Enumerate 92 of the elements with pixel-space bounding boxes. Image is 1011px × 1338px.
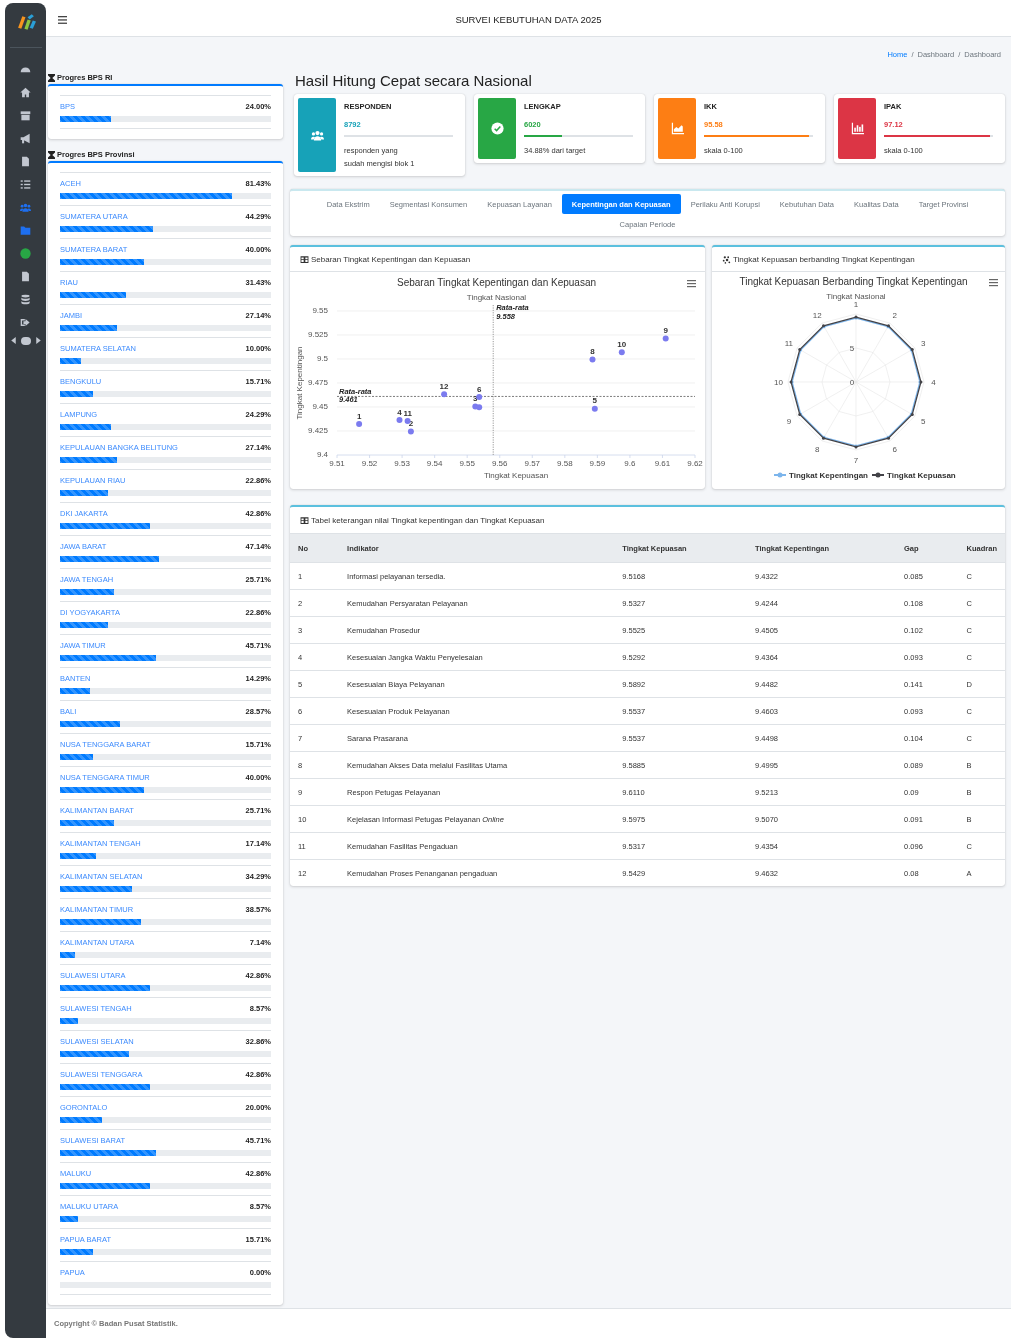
axis-tick-label: 9.54 xyxy=(426,459,443,468)
home-icon[interactable] xyxy=(20,87,31,98)
document-icon[interactable] xyxy=(20,156,31,167)
bar-chart-icon xyxy=(849,122,865,135)
users-icon[interactable] xyxy=(20,202,31,213)
card-title: Tingkat Kepuasan berbanding Tingkat Kepentingan xyxy=(733,254,915,264)
data-point xyxy=(662,335,669,342)
card-title: Sebaran Tingkat Kepentingan dan Kepuasan xyxy=(311,254,471,264)
axis-tick-label: 9.475 xyxy=(307,378,328,387)
axis-label: 3 xyxy=(920,339,926,349)
chart-title: Tingkat Kepuasan Berbanding Tingkat Kepentingan xyxy=(739,276,968,287)
legend-label[interactable]: Tingkat Kepentingan xyxy=(789,471,868,480)
users-icon xyxy=(309,128,325,142)
point-label: 8 xyxy=(590,347,595,356)
axis-tick-label: 9.62 xyxy=(687,459,703,468)
gauge-icon[interactable] xyxy=(20,64,31,75)
dots-icon xyxy=(722,254,731,264)
axis-title: Tingkat Kepuasan xyxy=(483,471,549,480)
chart-title: Sebaran Tingkat Kepentingan dan Kepuasan xyxy=(396,277,597,288)
axis-label: 6 xyxy=(892,445,897,455)
hourglass-icon xyxy=(48,73,55,82)
check-circle-icon xyxy=(489,122,505,135)
point-label: 3 xyxy=(473,394,478,403)
axis-tick-label: 9.55 xyxy=(459,459,475,468)
axis-tick-label: 9.55 xyxy=(312,306,328,315)
axis-title: Tingkat Kepentingan xyxy=(295,346,304,420)
megaphone-icon[interactable] xyxy=(20,133,31,144)
menu-icon[interactable] xyxy=(687,280,696,288)
point-label: 10 xyxy=(617,339,627,349)
axis-tick-label: 9.52 xyxy=(361,459,378,468)
axis-label: 9 xyxy=(786,416,792,426)
axis-label: 7 xyxy=(853,455,859,465)
axis-tick-label: 9.6 xyxy=(624,459,636,468)
axis-label: 10 xyxy=(774,378,783,387)
axis-tick-label: 0 xyxy=(849,378,855,387)
point-label: 6 xyxy=(477,384,482,394)
axis-label: 11 xyxy=(784,339,793,349)
table-icon xyxy=(300,254,309,264)
axis-tick-label: 9.59 xyxy=(589,459,606,468)
card-title: Tabel keterangan nilai Tingkat kepentingan dan Tingkat Kepuasan xyxy=(311,515,545,525)
document-icon[interactable] xyxy=(20,271,31,282)
data-point xyxy=(441,391,448,398)
point-label: 2 xyxy=(408,419,414,429)
point-label: 12 xyxy=(439,381,449,391)
checklist-icon[interactable] xyxy=(20,179,31,190)
archive-icon[interactable] xyxy=(20,110,31,121)
axis-tick-label: 9.57 xyxy=(524,459,541,468)
axis-label: 1 xyxy=(853,300,859,310)
chart-subtitle: Tingkat Nasional xyxy=(826,292,886,301)
data-point xyxy=(407,428,414,435)
axis-tick-label: 9.61 xyxy=(654,459,671,468)
sign-out-icon[interactable] xyxy=(20,317,31,328)
point-label: 1 xyxy=(356,411,362,421)
menu-icon[interactable] xyxy=(989,279,998,287)
data-point xyxy=(618,349,625,356)
data-point xyxy=(589,356,596,363)
axis-label: 5 xyxy=(920,416,926,426)
caret-left-icon[interactable] xyxy=(9,336,17,345)
axis-tick-label: 9.56 xyxy=(491,459,508,468)
point-label: 5 xyxy=(592,396,597,406)
caret-right-icon[interactable] xyxy=(34,336,42,345)
chart-subtitle: Tingkat Nasional xyxy=(466,293,527,302)
axis-label: 12 xyxy=(812,310,822,320)
axis-tick-label: 5 xyxy=(849,344,855,353)
point-label: 4 xyxy=(397,407,402,417)
axis-label: 8 xyxy=(815,445,820,455)
axis-label: 4 xyxy=(931,378,936,387)
area-chart-icon xyxy=(669,122,685,135)
section-heading: Hasil Hitung Cepat secara Nasional xyxy=(295,72,533,90)
axis-tick-label: 9.58 xyxy=(557,459,573,468)
data-point xyxy=(476,394,483,401)
axis-tick-label: 9.5 xyxy=(316,354,328,363)
point-label: 9 xyxy=(663,326,668,336)
data-point xyxy=(591,405,598,412)
table-icon xyxy=(300,515,309,525)
folder-icon[interactable] xyxy=(20,225,31,236)
page-title: SURVEI KEBUTUHAN DATA 2025 xyxy=(455,14,602,25)
axis-tick-label: 9.425 xyxy=(307,426,328,435)
point-label: 11 xyxy=(403,408,412,418)
axis-tick-label: 9.53 xyxy=(394,459,410,468)
axis-tick-label: 9.51 xyxy=(329,459,345,468)
axis-label: 2 xyxy=(892,310,897,320)
menu-icon[interactable] xyxy=(58,15,67,24)
circle-icon[interactable] xyxy=(20,248,31,259)
database-icon[interactable] xyxy=(20,294,31,305)
pill-icon[interactable] xyxy=(20,336,31,345)
legend-label[interactable]: Tingkat Kepuasan xyxy=(887,471,956,480)
hourglass-icon xyxy=(48,150,55,159)
axis-tick-label: 9.525 xyxy=(307,330,328,339)
data-point xyxy=(356,421,363,428)
axis-tick-label: 9.45 xyxy=(312,402,328,411)
axis-tick-label: 9.4 xyxy=(316,450,328,459)
